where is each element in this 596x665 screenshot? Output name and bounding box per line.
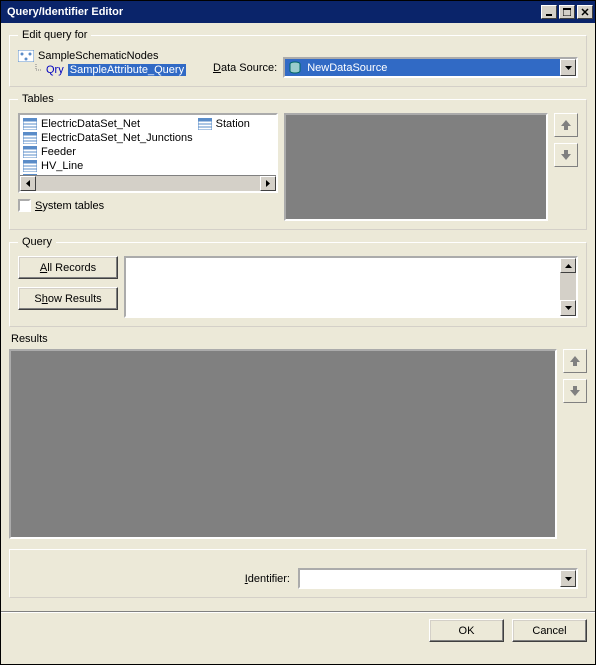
identifier-dropdown[interactable] [298, 568, 578, 589]
table-item-label: Feeder [41, 146, 76, 158]
arrow-down-icon [570, 386, 580, 396]
dialog-body: Edit query for SampleSchematicNodes Qry … [1, 23, 595, 612]
move-up-button[interactable] [554, 113, 578, 137]
results-up-button[interactable] [563, 349, 587, 373]
table-icon [23, 160, 37, 172]
dialog-window: Query/Identifier Editor Edit query for S… [0, 0, 596, 665]
table-item-label: ElectricDataSet_Net [41, 118, 140, 130]
tables-preview [284, 113, 548, 221]
all-records-button[interactable]: All Records [18, 256, 118, 279]
query-textarea[interactable] [124, 256, 578, 318]
tree-root[interactable]: SampleSchematicNodes [18, 49, 198, 63]
scroll-down-icon[interactable] [560, 300, 576, 316]
edit-query-group: Edit query for SampleSchematicNodes Qry … [9, 29, 587, 87]
tree-root-label: SampleSchematicNodes [38, 50, 158, 62]
query-group: Query All Records Show Results [9, 236, 587, 327]
tree-connector-icon [32, 64, 42, 76]
scroll-left-icon[interactable] [20, 176, 36, 191]
data-source-label: Data Source: [213, 62, 277, 74]
query-buttons: All Records Show Results [18, 256, 118, 318]
ok-button[interactable]: OK [429, 619, 504, 642]
edit-query-legend: Edit query for [18, 29, 91, 41]
schematic-icon [18, 50, 34, 62]
window-title: Query/Identifier Editor [7, 6, 123, 18]
table-icon [23, 146, 37, 158]
table-item[interactable]: Feeder [22, 145, 197, 159]
horizontal-scrollbar[interactable] [20, 175, 276, 191]
table-item[interactable]: Station [197, 117, 254, 131]
results-order-buttons [563, 349, 587, 539]
vertical-scrollbar[interactable] [560, 258, 576, 316]
table-item[interactable]: HV_Line [22, 159, 197, 173]
window-controls [541, 5, 593, 19]
tree-child[interactable]: Qry SampleAttribute_Query [18, 63, 198, 77]
title-bar[interactable]: Query/Identifier Editor [1, 1, 595, 23]
results-box [9, 349, 557, 539]
scroll-up-icon[interactable] [560, 258, 576, 273]
tree-child-prefix: Qry [46, 64, 64, 76]
table-icon [198, 118, 212, 130]
query-legend: Query [18, 236, 56, 248]
schematic-tree[interactable]: SampleSchematicNodes Qry SampleAttribute… [18, 49, 198, 77]
dialog-footer: OK Cancel [1, 612, 595, 648]
show-results-button[interactable]: Show Results [18, 287, 118, 310]
cancel-button[interactable]: Cancel [512, 619, 587, 642]
table-icon [23, 118, 37, 130]
identifier-group: Identifier: [9, 549, 587, 598]
move-down-button[interactable] [554, 143, 578, 167]
arrow-up-icon [570, 356, 580, 366]
database-icon [287, 60, 303, 76]
table-item-label: Station [216, 118, 250, 130]
table-item-label: HV_Line [41, 160, 83, 172]
data-source-selected: NewDataSource [285, 59, 560, 76]
maximize-button[interactable] [559, 5, 575, 19]
query-row: All Records Show Results [18, 256, 578, 318]
arrow-up-icon [561, 120, 571, 130]
results-label: Results [11, 333, 585, 345]
tables-group: Tables ElectricDataSet_Net ElectricDataS… [9, 93, 587, 230]
system-tables-label: System tables [35, 200, 104, 212]
data-source-row: Data Source: NewDataSource [213, 57, 578, 78]
minimize-button[interactable] [541, 5, 557, 19]
tree-child-label: SampleAttribute_Query [68, 64, 186, 76]
dropdown-arrow-icon[interactable] [560, 570, 576, 587]
table-item[interactable]: ElectricDataSet_Net_Junctions [22, 131, 197, 145]
table-item-label: ElectricDataSet_Net_Junctions [41, 132, 193, 144]
table-order-buttons [554, 113, 578, 221]
identifier-label: Identifier: [245, 573, 290, 585]
dropdown-arrow-icon[interactable] [560, 59, 576, 76]
tables-area: ElectricDataSet_Net ElectricDataSet_Net_… [18, 113, 578, 221]
table-icon [23, 132, 37, 144]
results-area [9, 349, 587, 539]
system-tables-row[interactable]: System tables [18, 199, 278, 212]
close-button[interactable] [577, 5, 593, 19]
arrow-down-icon [561, 150, 571, 160]
tables-list[interactable]: ElectricDataSet_Net ElectricDataSet_Net_… [18, 113, 278, 193]
tables-legend: Tables [18, 93, 58, 105]
system-tables-checkbox[interactable] [18, 199, 31, 212]
identifier-row: Identifier: [18, 568, 578, 589]
table-item[interactable]: ElectricDataSet_Net [22, 117, 197, 131]
data-source-value: NewDataSource [307, 62, 387, 74]
data-source-dropdown[interactable]: NewDataSource [283, 57, 578, 78]
scroll-right-icon[interactable] [260, 176, 276, 191]
results-down-button[interactable] [563, 379, 587, 403]
